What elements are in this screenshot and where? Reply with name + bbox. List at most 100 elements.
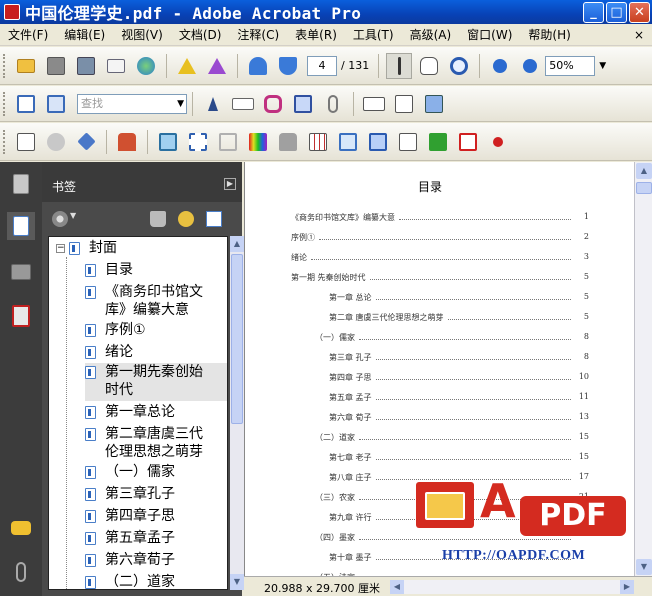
bookmark-item[interactable]: 第六章荀子 bbox=[85, 551, 227, 571]
color-button[interactable] bbox=[245, 129, 271, 155]
toc-entry[interactable]: 第七章 老子 15 bbox=[329, 452, 589, 463]
toc-entry[interactable]: （一）儒家 8 bbox=[315, 332, 589, 343]
secure-button[interactable] bbox=[204, 53, 230, 79]
security-panel-button[interactable] bbox=[7, 302, 35, 330]
chevron-down-icon[interactable]: ▼ bbox=[70, 211, 78, 227]
toolbar-grip[interactable] bbox=[3, 91, 7, 116]
chevron-down-icon[interactable]: ▼ bbox=[599, 57, 606, 75]
scroll-left-icon[interactable]: ◀ bbox=[390, 580, 404, 594]
crop-tool-button[interactable] bbox=[290, 91, 316, 117]
menu-view[interactable]: 视图(V) bbox=[113, 26, 171, 43]
find-input[interactable]: 查找 ▼ bbox=[77, 93, 187, 114]
hand-tool-button[interactable] bbox=[416, 53, 442, 79]
pin-button[interactable] bbox=[485, 129, 511, 155]
menu-help[interactable]: 帮助(H) bbox=[520, 26, 578, 43]
open-button[interactable] bbox=[13, 53, 39, 79]
maximize-button[interactable]: □ bbox=[606, 2, 627, 23]
download-button[interactable] bbox=[425, 129, 451, 155]
ink-button[interactable] bbox=[275, 129, 301, 155]
crop-pages-button[interactable] bbox=[155, 129, 181, 155]
menu-advanced[interactable]: 高级(A) bbox=[402, 26, 460, 43]
sign-button[interactable] bbox=[174, 53, 200, 79]
menu-comments[interactable]: 注释(C) bbox=[229, 26, 287, 43]
close-document-icon[interactable]: × bbox=[634, 28, 644, 42]
save-button[interactable] bbox=[73, 53, 99, 79]
form-grid-button[interactable] bbox=[305, 129, 331, 155]
previous-page-button[interactable] bbox=[245, 53, 271, 79]
close-button[interactable]: ✕ bbox=[629, 2, 650, 23]
stamp-tool-button[interactable] bbox=[114, 129, 140, 155]
edit-form-button[interactable] bbox=[421, 91, 447, 117]
email-button[interactable] bbox=[103, 53, 129, 79]
bookmark-item[interactable]: （一）儒家 bbox=[85, 463, 227, 483]
toc-entry[interactable]: （二）道家 15 bbox=[315, 432, 589, 443]
document-scrollbar[interactable]: ▲ ▼ bbox=[634, 162, 652, 576]
toc-entry[interactable]: 第一章 总论 5 bbox=[329, 292, 589, 303]
collapse-icon[interactable]: − bbox=[56, 244, 65, 253]
trash-icon[interactable] bbox=[150, 211, 166, 227]
scrollbar-thumb[interactable] bbox=[636, 182, 652, 194]
bookmark-options-icon[interactable] bbox=[206, 211, 222, 227]
toolbar-grip[interactable] bbox=[3, 53, 7, 78]
comments-panel-button[interactable] bbox=[7, 514, 35, 542]
bookmark-item[interactable]: 绪论 bbox=[85, 343, 227, 363]
attach-button[interactable] bbox=[320, 91, 346, 117]
fit-page-button[interactable] bbox=[13, 91, 39, 117]
toc-entry[interactable]: 第三章 孔子 8 bbox=[329, 352, 589, 363]
print-button[interactable] bbox=[43, 53, 69, 79]
bookmark-item[interactable]: 第三章孔子 bbox=[85, 485, 227, 505]
link-tool-button[interactable] bbox=[260, 91, 286, 117]
layers-button[interactable] bbox=[335, 129, 361, 155]
toolbar-grip[interactable] bbox=[3, 129, 7, 154]
menu-file[interactable]: 文件(F) bbox=[0, 26, 56, 43]
toc-entry[interactable]: 序例① 2 bbox=[291, 232, 589, 243]
bookmark-item[interactable]: 封面 bbox=[69, 239, 227, 259]
panel-options-icon[interactable]: ▶ bbox=[224, 178, 236, 190]
spell-check-button[interactable] bbox=[13, 129, 39, 155]
disabled-tool-button[interactable] bbox=[43, 129, 69, 155]
menu-forms[interactable]: 表单(R) bbox=[287, 26, 345, 43]
text-field-button[interactable] bbox=[361, 91, 387, 117]
bookmark-item[interactable]: （二）道家 bbox=[85, 573, 227, 589]
attachments-panel-button[interactable] bbox=[7, 558, 35, 586]
toc-entry[interactable]: 《商务印书馆文库》编纂大意 1 bbox=[291, 212, 589, 223]
next-page-button[interactable] bbox=[275, 53, 301, 79]
zoom-level-select[interactable]: 50% ▼ bbox=[545, 55, 606, 76]
menu-tools[interactable]: 工具(T) bbox=[345, 26, 402, 43]
menu-edit[interactable]: 编辑(E) bbox=[56, 26, 113, 43]
scroll-up-icon[interactable]: ▲ bbox=[230, 236, 244, 252]
toc-entry[interactable]: 绪论 3 bbox=[291, 252, 589, 263]
ok-button[interactable] bbox=[230, 91, 256, 117]
bookmark-item-selected[interactable]: 第一期先秦创始 时代 bbox=[85, 363, 227, 401]
pages-panel-button[interactable] bbox=[7, 170, 35, 198]
tag-button[interactable] bbox=[73, 129, 99, 155]
acrobat-app-icon[interactable] bbox=[4, 4, 20, 20]
toc-entry[interactable]: 第一期 先秦创始时代 5 bbox=[291, 272, 589, 283]
bookmark-item[interactable]: 第五章孟子 bbox=[85, 529, 227, 549]
scroll-up-icon[interactable]: ▲ bbox=[636, 163, 652, 179]
select-tool-button[interactable] bbox=[386, 52, 413, 79]
scrollbar-thumb[interactable] bbox=[231, 254, 243, 424]
chevron-down-icon[interactable]: ▼ bbox=[177, 95, 184, 113]
toc-entry[interactable]: 第六章 荀子 13 bbox=[329, 412, 589, 423]
select-object-button[interactable] bbox=[200, 91, 226, 117]
menu-window[interactable]: 窗口(W) bbox=[459, 26, 520, 43]
zoom-tool-button[interactable] bbox=[446, 53, 472, 79]
bookmarks-panel-button[interactable] bbox=[7, 212, 35, 240]
menu-document[interactable]: 文档(D) bbox=[171, 26, 230, 43]
bookmark-item[interactable]: 目录 bbox=[85, 261, 227, 281]
bookmark-scrollbar[interactable]: ▲ ▼ bbox=[230, 236, 244, 590]
bookmark-item[interactable]: 序例① bbox=[85, 321, 227, 341]
zoom-in-button[interactable] bbox=[517, 53, 543, 79]
disabled-frame-button[interactable] bbox=[215, 129, 241, 155]
pdf-export-button[interactable] bbox=[455, 129, 481, 155]
scroll-down-icon[interactable]: ▼ bbox=[636, 559, 652, 575]
toc-entry[interactable]: 第二章 唐虞三代伦理思想之萌芽 5 bbox=[329, 312, 589, 323]
toc-entry[interactable]: 第五章 孟子 11 bbox=[329, 392, 589, 403]
collaborate-button[interactable] bbox=[133, 53, 159, 79]
articles-button[interactable] bbox=[365, 129, 391, 155]
scroll-down-icon[interactable]: ▼ bbox=[230, 574, 244, 590]
dashed-frame-button[interactable] bbox=[185, 129, 211, 155]
minimize-button[interactable]: _ bbox=[583, 2, 604, 23]
bookmark-item[interactable]: 第四章子思 bbox=[85, 507, 227, 527]
